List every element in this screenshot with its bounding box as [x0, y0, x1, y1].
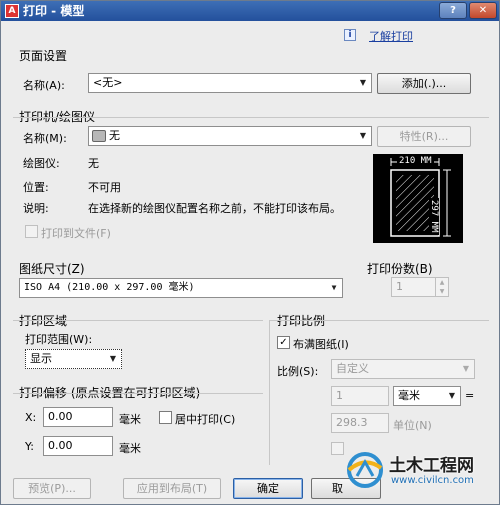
chevron-down-icon: ▼ — [448, 391, 456, 400]
print-to-file-checkbox[interactable] — [25, 225, 38, 238]
properties-button[interactable]: 特性(R)... — [377, 126, 471, 147]
page-setup-value: <无> — [93, 76, 123, 89]
offset-x-value: 0.00 — [48, 410, 73, 423]
scale-select[interactable]: 自定义 ▼ — [331, 359, 475, 379]
chevron-down-icon: ▼ — [109, 354, 117, 363]
paper-preview-graphic — [390, 158, 451, 237]
preview-button[interactable]: 预览(P)... — [13, 478, 91, 499]
location-label: 位置: — [23, 181, 49, 194]
offset-y-unit: 毫米 — [119, 442, 141, 455]
offset-y-input[interactable]: 0.00 — [43, 436, 113, 456]
print-range-label: 打印范围(W): — [25, 333, 93, 346]
page-setup-select[interactable]: <无> ▼ — [88, 73, 372, 93]
scale-label: 比例(S): — [277, 365, 319, 378]
printer-icon — [92, 130, 106, 142]
paper-preview: 210 MM 297 MM — [373, 154, 463, 243]
page-setup-group-title: 页面设置 — [19, 49, 68, 63]
watermark-url: www.civilcn.com — [391, 475, 474, 486]
center-plot-label: 居中打印(C) — [175, 413, 236, 426]
print-dialog: A 打印 - 模型 ? ✕ i 了解打印 页面设置 名称(A): <无> ▼ 添… — [0, 0, 500, 505]
title-bar: A 打印 - 模型 ? ✕ — [1, 1, 499, 21]
watermark-brand: 土木工程网 — [389, 456, 474, 476]
fit-to-paper-label: 布满图纸(I) — [293, 338, 349, 351]
paper-size-value: ISO A4 (210.00 x 297.00 毫米) — [24, 282, 195, 293]
help-window-button[interactable]: ? — [439, 2, 467, 19]
window-title: 打印 - 模型 — [23, 4, 85, 18]
offset-x-label: X: — [25, 411, 37, 424]
copies-group-title: 打印份数(B) — [367, 262, 433, 276]
fit-to-paper-checkbox[interactable]: ✓ — [277, 336, 290, 349]
scale-value: 自定义 — [336, 362, 369, 375]
print-range-value: 显示 — [30, 352, 52, 365]
offset-y-value: 0.00 — [48, 439, 73, 452]
info-icon: i — [344, 29, 356, 41]
printer-value: 无 — [109, 129, 120, 142]
print-range-select[interactable]: 显示 ▼ — [25, 349, 122, 369]
location-value: 不可用 — [88, 181, 121, 194]
copies-value: 1 — [396, 280, 403, 293]
apply-to-layout-button[interactable]: 应用到布局(T) — [123, 478, 221, 499]
description-label: 说明: — [23, 202, 49, 215]
paper-size-select[interactable]: ISO A4 (210.00 x 297.00 毫米) ▼ — [19, 278, 343, 298]
plotter-value: 无 — [88, 157, 99, 170]
scale-denominator-value: 298.3 — [336, 416, 368, 429]
add-page-setup-button[interactable]: 添加(.)... — [377, 73, 471, 94]
description-value: 在选择新的绘图仪配置名称之前，不能打印该布局。 — [88, 202, 341, 215]
scale-unit-select[interactable]: 毫米 ▼ — [393, 386, 461, 406]
paper-height-label: 297 MM — [429, 198, 439, 235]
scale-unit-value: 毫米 — [398, 389, 420, 402]
copies-input[interactable]: 1 ▲ ▼ — [391, 277, 449, 297]
scale-denominator-input[interactable]: 298.3 — [331, 413, 389, 433]
offset-y-label: Y: — [25, 440, 34, 453]
app-icon: A — [5, 4, 19, 18]
chevron-down-icon: ▼ — [359, 78, 367, 87]
spinner-icon[interactable]: ▲ ▼ — [435, 278, 448, 296]
close-window-button[interactable]: ✕ — [469, 2, 497, 19]
printer-select[interactable]: 无 ▼ — [88, 126, 372, 146]
plotter-label: 绘图仪: — [23, 157, 60, 170]
scale-numerator-input[interactable]: 1 — [331, 386, 389, 406]
paper-width-label: 210 MM — [397, 156, 434, 166]
window-controls: ? ✕ — [439, 2, 497, 19]
page-setup-name-label: 名称(A): — [23, 79, 65, 92]
ok-button[interactable]: 确定 — [233, 478, 303, 499]
scale-numerator-value: 1 — [336, 389, 343, 402]
watermark-icon — [347, 452, 383, 488]
printer-name-label: 名称(M): — [23, 132, 67, 145]
center-plot-checkbox[interactable] — [159, 411, 172, 424]
equals-sign: = — [465, 389, 475, 402]
learn-printing-link[interactable]: 了解打印 — [369, 28, 413, 44]
chevron-down-icon: ▼ — [462, 364, 470, 373]
chevron-down-icon: ▼ — [359, 131, 367, 140]
paper-size-group-title: 图纸尺寸(Z) — [19, 262, 85, 276]
scale-units-label: 单位(N) — [393, 419, 432, 432]
offset-x-input[interactable]: 0.00 — [43, 407, 113, 427]
chevron-down-icon: ▼ — [331, 283, 337, 292]
print-to-file-label: 打印到文件(F) — [41, 227, 111, 240]
watermark-logo: 土木工程网 www.civilcn.com — [343, 447, 493, 493]
offset-x-unit: 毫米 — [119, 413, 141, 426]
